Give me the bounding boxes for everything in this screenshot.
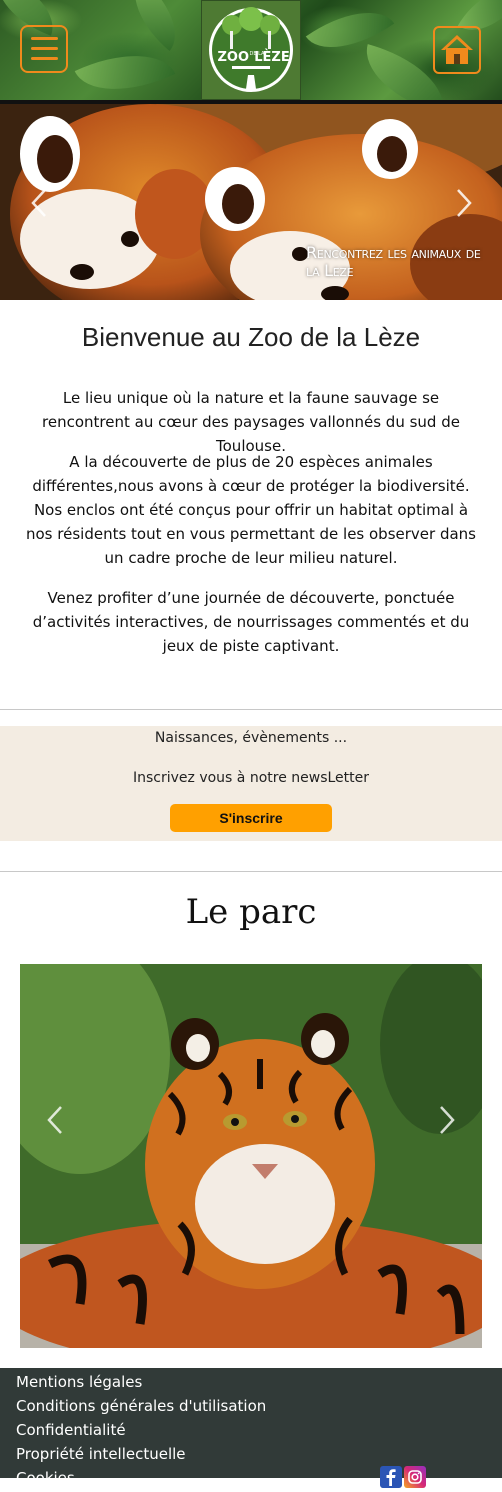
logo-text-leze: LÈZE (254, 49, 289, 65)
hamburger-menu-icon (31, 47, 58, 50)
section-divider (0, 709, 502, 710)
park-carousel[interactable] (20, 964, 482, 1348)
hamburger-menu-icon (31, 57, 58, 60)
hamburger-menu-icon (31, 37, 58, 40)
facebook-icon[interactable] (380, 1466, 402, 1488)
intro-paragraph: Venez profiter d’une journée de découver… (32, 589, 470, 655)
subscribe-button[interactable]: S'inscrire (170, 804, 332, 832)
footer-link-cgu[interactable]: Conditions générales d'utilisation (16, 1394, 266, 1418)
intro-paragraph: A la découverte de plus de 20 espèces an… (26, 453, 476, 567)
newsletter-teaser: Naissances, évènements ... (154, 730, 348, 746)
site-header: ZOO DE LA LÈZE (0, 0, 502, 100)
chevron-right-icon[interactable] (455, 188, 473, 218)
chevron-right-icon[interactable] (438, 1105, 456, 1135)
home-icon (441, 35, 473, 64)
site-footer: Mentions légales Conditions générales d'… (0, 1368, 502, 1488)
chevron-left-icon[interactable] (46, 1105, 64, 1135)
hero-caption: Rencontrez les animaux de la Leze (306, 243, 481, 280)
footer-link-propriete[interactable]: Propriété intellectuelle (16, 1442, 266, 1466)
foliage-decoration (115, 0, 195, 52)
home-button[interactable] (433, 26, 481, 74)
footer-links: Mentions légales Conditions générales d'… (16, 1370, 266, 1490)
intro-paragraph: Le lieu unique où la nature et la faune … (42, 389, 460, 455)
logo-text-zoo: ZOO (217, 50, 249, 65)
tiger-photo (20, 964, 482, 1348)
page-title: Bienvenue au Zoo de la Lèze (81, 322, 421, 352)
newsletter-prompt: Inscrivez vous à notre newsLetter (132, 770, 370, 786)
footer-link-confidentialite[interactable]: Confidentialité (16, 1418, 266, 1442)
instagram-icon[interactable] (404, 1466, 426, 1488)
section-divider (0, 871, 502, 872)
footer-link-cookies[interactable]: Cookies (16, 1466, 266, 1490)
footer-link-mentions-legales[interactable]: Mentions légales (16, 1370, 266, 1394)
section-title: Le parc (185, 892, 317, 932)
zoo-logo[interactable]: ZOO DE LA LÈZE (201, 0, 301, 100)
newsletter-section: Naissances, évènements ... Inscrivez vou… (0, 726, 502, 841)
menu-button[interactable] (20, 25, 68, 73)
logo-emblem: ZOO DE LA LÈZE (209, 7, 293, 92)
chevron-left-icon[interactable] (30, 188, 48, 218)
